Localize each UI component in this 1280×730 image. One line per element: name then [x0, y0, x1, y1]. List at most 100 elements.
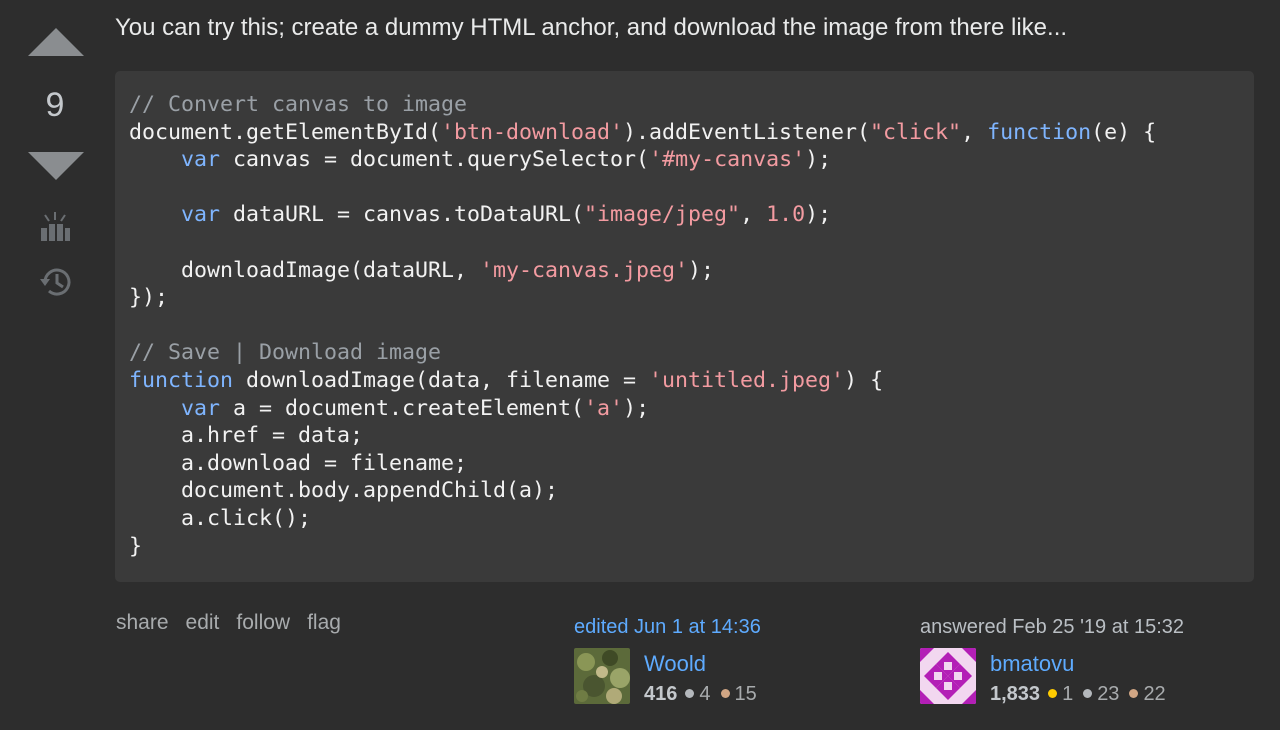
owner-gold-badge: 1: [1048, 683, 1073, 705]
post-menu: share edit follow flag: [116, 611, 341, 635]
editor-silver-count: 4: [699, 683, 711, 705]
owner-stats: 1,833 1 23 22: [990, 683, 1176, 706]
follow-link[interactable]: follow: [236, 611, 290, 635]
code-line: a.href = data;: [129, 422, 1240, 450]
code-content: // Convert canvas to image document.getEl…: [129, 91, 1240, 560]
code-token-comment: // Convert canvas to image: [129, 92, 468, 117]
code-token-keyword: var: [181, 147, 221, 173]
edit-link[interactable]: edit: [186, 611, 220, 635]
owner-avatar[interactable]: [920, 648, 976, 704]
editor-details: Woold 416 4 15: [644, 651, 767, 706]
code-token-keyword: function: [987, 119, 1092, 145]
flag-link[interactable]: flag: [307, 611, 341, 635]
code-token-plain: downloadImage(data, filename =: [233, 367, 650, 393]
code-line: var dataURL = canvas.toDataURL("image/jp…: [129, 201, 1240, 229]
code-token-plain: document.body.appendChild(a);: [129, 478, 559, 504]
code-token-string: "image/jpeg": [584, 202, 741, 228]
editor-silver-badge: 4: [685, 683, 711, 705]
code-token-plain: }: [129, 533, 143, 559]
owner-name-link[interactable]: bmatovu: [990, 651, 1176, 677]
code-token-keyword: var: [181, 395, 221, 421]
code-line: downloadImage(dataURL, 'my-canvas.jpeg')…: [129, 257, 1240, 285]
owner-silver-count: 23: [1097, 683, 1120, 705]
code-token-plain: );: [805, 147, 832, 173]
code-line: // Convert canvas to image: [129, 91, 1240, 119]
gold-badge-icon: [1048, 689, 1058, 698]
editor-card: edited Jun 1 at 14:36 Woold 416 4 15: [574, 616, 874, 706]
editor-name-link[interactable]: Woold: [644, 651, 767, 677]
code-token-plain: );: [688, 257, 715, 283]
code-token-plain: );: [805, 202, 832, 228]
silver-badge-icon: [685, 689, 695, 698]
editor-reputation: 416: [644, 683, 678, 705]
code-token-plain: (e) {: [1091, 119, 1157, 145]
code-token-keyword: var: [181, 202, 221, 228]
silver-badge-icon: [1083, 689, 1093, 698]
code-token-plain: );: [623, 395, 650, 421]
share-link[interactable]: share: [116, 611, 169, 635]
code-token-string: 'my-canvas.jpeg': [480, 257, 689, 283]
code-token-string: '#my-canvas': [649, 147, 806, 173]
code-token-string: 'untitled.jpeg': [649, 367, 845, 393]
owner-bronze-count: 22: [1143, 683, 1166, 705]
code-token-plain: canvas = document.querySelector(: [220, 147, 650, 173]
owner-reputation: 1,833: [990, 683, 1041, 705]
edited-time-link[interactable]: edited Jun 1 at 14:36: [574, 616, 874, 639]
code-line: var canvas = document.querySelector('#my…: [129, 146, 1240, 174]
code-line: }: [129, 533, 1240, 561]
code-line: document.getElementById('btn-download').…: [129, 119, 1240, 147]
owner-silver-badge: 23: [1083, 683, 1119, 705]
editor-user-row: Woold 416 4 15: [574, 648, 874, 706]
code-token-plain: ,: [740, 202, 767, 228]
code-token-comment: // Save | Download image: [129, 340, 442, 366]
code-token-string: 'a': [584, 395, 624, 421]
owner-bronze-badge: 22: [1129, 683, 1166, 705]
code-line: function downloadImage(data, filename = …: [129, 367, 1240, 395]
vote-count: 9: [45, 86, 65, 124]
vote-down-icon[interactable]: [28, 152, 84, 182]
bronze-badge-icon: [720, 689, 730, 698]
code-token-plain: ) {: [844, 367, 884, 393]
code-token-string: "click": [870, 119, 962, 145]
editor-bronze-badge: 15: [720, 683, 757, 705]
code-token-keyword: function: [129, 367, 234, 393]
code-token-plain: a.download = filename;: [129, 450, 468, 476]
code-token-string: 'btn-download': [441, 119, 624, 145]
code-token-plain: a.click();: [129, 505, 312, 531]
code-token-plain: dataURL = canvas.toDataURL(: [220, 202, 585, 228]
editor-bronze-count: 15: [734, 683, 757, 705]
history-icon[interactable]: [38, 264, 74, 300]
code-block: // Convert canvas to image document.getEl…: [115, 71, 1254, 582]
editor-stats: 416 4 15: [644, 683, 767, 706]
code-token-plain: a.href = data;: [129, 423, 364, 449]
owner-details: bmatovu 1,833 1 23 22: [990, 651, 1176, 706]
code-token-number: 1.0: [766, 202, 806, 228]
owner-gold-count: 1: [1062, 683, 1074, 705]
code-line: document.body.appendChild(a);: [129, 477, 1240, 505]
editor-avatar[interactable]: [574, 648, 630, 704]
answered-time-link[interactable]: answered Feb 25 '19 at 15:32: [920, 616, 1220, 639]
code-token-plain: downloadImage(dataURL,: [129, 257, 481, 283]
code-line: });: [129, 284, 1240, 312]
code-line: a.download = filename;: [129, 450, 1240, 478]
code-token-plain: });: [129, 285, 169, 311]
code-token-plain: ).addEventListener(: [623, 119, 871, 145]
owner-card: answered Feb 25 '19 at 15:32 bmatovu 1,8…: [920, 616, 1220, 706]
answer-text: You can try this; create a dummy HTML an…: [115, 14, 1068, 41]
code-line: // Save | Download image: [129, 339, 1240, 367]
code-token-plain: document.getElementById(: [129, 119, 442, 145]
bronze-badge-icon: [1129, 689, 1139, 698]
owner-user-row: bmatovu 1,833 1 23 22: [920, 648, 1220, 706]
code-line: var a = document.createElement('a');: [129, 395, 1240, 423]
code-line: a.click();: [129, 505, 1240, 533]
code-token-plain: a = document.createElement(: [220, 395, 585, 421]
vote-up-icon[interactable]: [28, 28, 84, 58]
bounty-icon[interactable]: [38, 210, 72, 244]
code-token-plain: ,: [961, 119, 988, 145]
